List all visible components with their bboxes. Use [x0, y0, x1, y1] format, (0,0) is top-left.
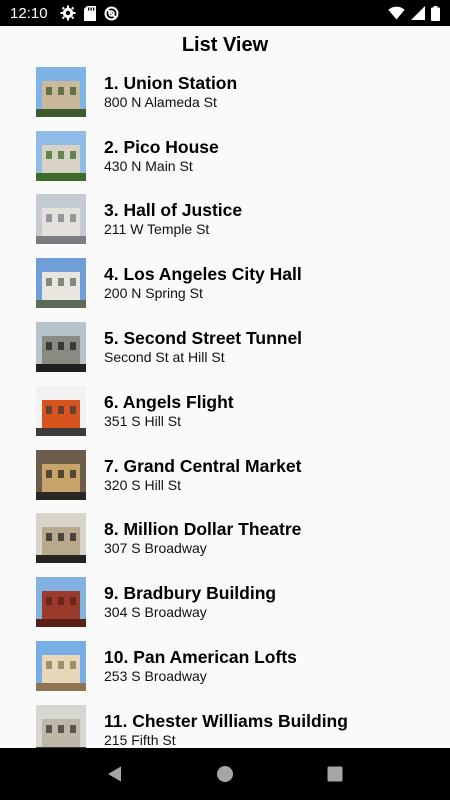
circle-home-icon [217, 766, 233, 782]
list-item-title: 6. Angels Flight [104, 391, 234, 412]
status-notification-icons [60, 5, 119, 21]
status-time: 12:10 [10, 4, 48, 22]
page-title: List View [181, 34, 269, 56]
recents-button[interactable] [315, 754, 355, 794]
list-item-title: 1. Union Station [104, 72, 238, 93]
list-item[interactable]: 3. Hall of Justice 211 W Temple St [0, 188, 450, 252]
navigation-bar [0, 748, 450, 800]
status-system-icons [388, 5, 440, 21]
list-item-title: 5. Second Street Tunnel [104, 328, 303, 349]
list-item-address: Second St at Hill St [104, 349, 225, 366]
list-item-text: 8. Million Dollar Theatre 307 S Broadway [104, 519, 301, 557]
list-item[interactable]: 7. Grand Central Market 320 S Hill St [0, 443, 450, 507]
grand-central-market-photo [36, 449, 86, 500]
list-item-title: 7. Grand Central Market [104, 455, 302, 476]
list-item[interactable]: 6. Angels Flight 351 S Hill St [0, 379, 450, 443]
status-bar: 12:10 [0, 0, 450, 26]
list-item-title: 8. Million Dollar Theatre [104, 519, 302, 540]
list-item-title: 3. Hall of Justice [104, 200, 243, 221]
list-item-address: 304 S Broadway [104, 604, 207, 621]
list-item-title: 9. Bradbury Building [104, 583, 277, 604]
pico-house-photo [36, 130, 86, 181]
hall-of-justice-photo [36, 194, 86, 245]
list-item-address: 211 W Temple St [104, 221, 210, 238]
list-item-text: 11. Chester Williams Building 215 Fifth S… [104, 711, 348, 748]
list-item-title: 2. Pico House [104, 136, 219, 157]
battery-icon [431, 5, 440, 21]
list-item-address: 430 N Main St [104, 157, 193, 174]
gear-icon [60, 5, 76, 21]
list-item-text: 4. Los Angeles City Hall 200 N Spring St [104, 264, 302, 302]
chester-williams-building-photo [36, 704, 86, 748]
list-item-address: 215 Fifth St [104, 731, 176, 748]
list-item[interactable]: 8. Million Dollar Theatre 307 S Broadway [0, 507, 450, 571]
list-item[interactable]: 2. Pico House 430 N Main St [0, 124, 450, 188]
union-station-photo [36, 66, 86, 117]
list-item-text: 7. Grand Central Market 320 S Hill St [104, 456, 301, 494]
sd-card-icon [83, 5, 96, 21]
home-button[interactable] [205, 754, 245, 794]
pan-american-lofts-photo [36, 641, 86, 692]
triangle-back-icon [108, 766, 121, 782]
cellular-signal-icon [411, 6, 425, 20]
blocked-circle-icon [104, 6, 119, 21]
second-street-tunnel-photo [36, 322, 86, 373]
list-item-address: 320 S Hill St [104, 476, 182, 493]
back-button[interactable] [95, 754, 135, 794]
list-item-address: 307 S Broadway [104, 540, 207, 557]
list-item-address: 351 S Hill St [104, 412, 182, 429]
list-item-address: 200 N Spring St [104, 285, 203, 302]
list-item-address: 800 N Alameda St [104, 93, 217, 110]
list-item-title: 11. Chester Williams Building [104, 710, 348, 731]
list-item[interactable]: 10. Pan American Lofts 253 S Broadway [0, 634, 450, 698]
list-item[interactable]: 9. Bradbury Building 304 S Broadway [0, 570, 450, 634]
angels-flight-photo [36, 385, 86, 436]
list-item-text: 10. Pan American Lofts 253 S Broadway [104, 647, 297, 685]
list-item-title: 10. Pan American Lofts [104, 647, 297, 668]
square-recents-icon [327, 766, 343, 782]
list-item[interactable]: 1. Union Station 800 N Alameda St [0, 60, 450, 124]
list-item-text: 3. Hall of Justice 211 W Temple St [104, 200, 242, 238]
wifi-icon [388, 6, 405, 20]
list-item-address: 253 S Broadway [104, 668, 207, 685]
list-item[interactable]: 4. Los Angeles City Hall 200 N Spring St [0, 251, 450, 315]
list-view-screen: List View 1. Union Station 800 N Alameda … [0, 26, 450, 748]
list-item-text: 5. Second Street Tunnel Second St at Hill… [104, 328, 302, 366]
list-item-title: 4. Los Angeles City Hall [104, 264, 302, 285]
list-item[interactable]: 5. Second Street Tunnel Second St at Hill… [0, 315, 450, 379]
list-item-text: 1. Union Station 800 N Alameda St [104, 73, 237, 111]
landmark-list[interactable]: 1. Union Station 800 N Alameda St 2. Pico … [0, 60, 450, 748]
list-item-text: 6. Angels Flight 351 S Hill St [104, 392, 234, 430]
city-hall-photo [36, 258, 86, 309]
list-item-text: 9. Bradbury Building 304 S Broadway [104, 583, 276, 621]
bradbury-building-photo [36, 577, 86, 628]
list-item-text: 2. Pico House 430 N Main St [104, 137, 219, 175]
million-dollar-theatre-photo [36, 513, 86, 564]
list-item[interactable]: 11. Chester Williams Building 215 Fifth S… [0, 698, 450, 748]
